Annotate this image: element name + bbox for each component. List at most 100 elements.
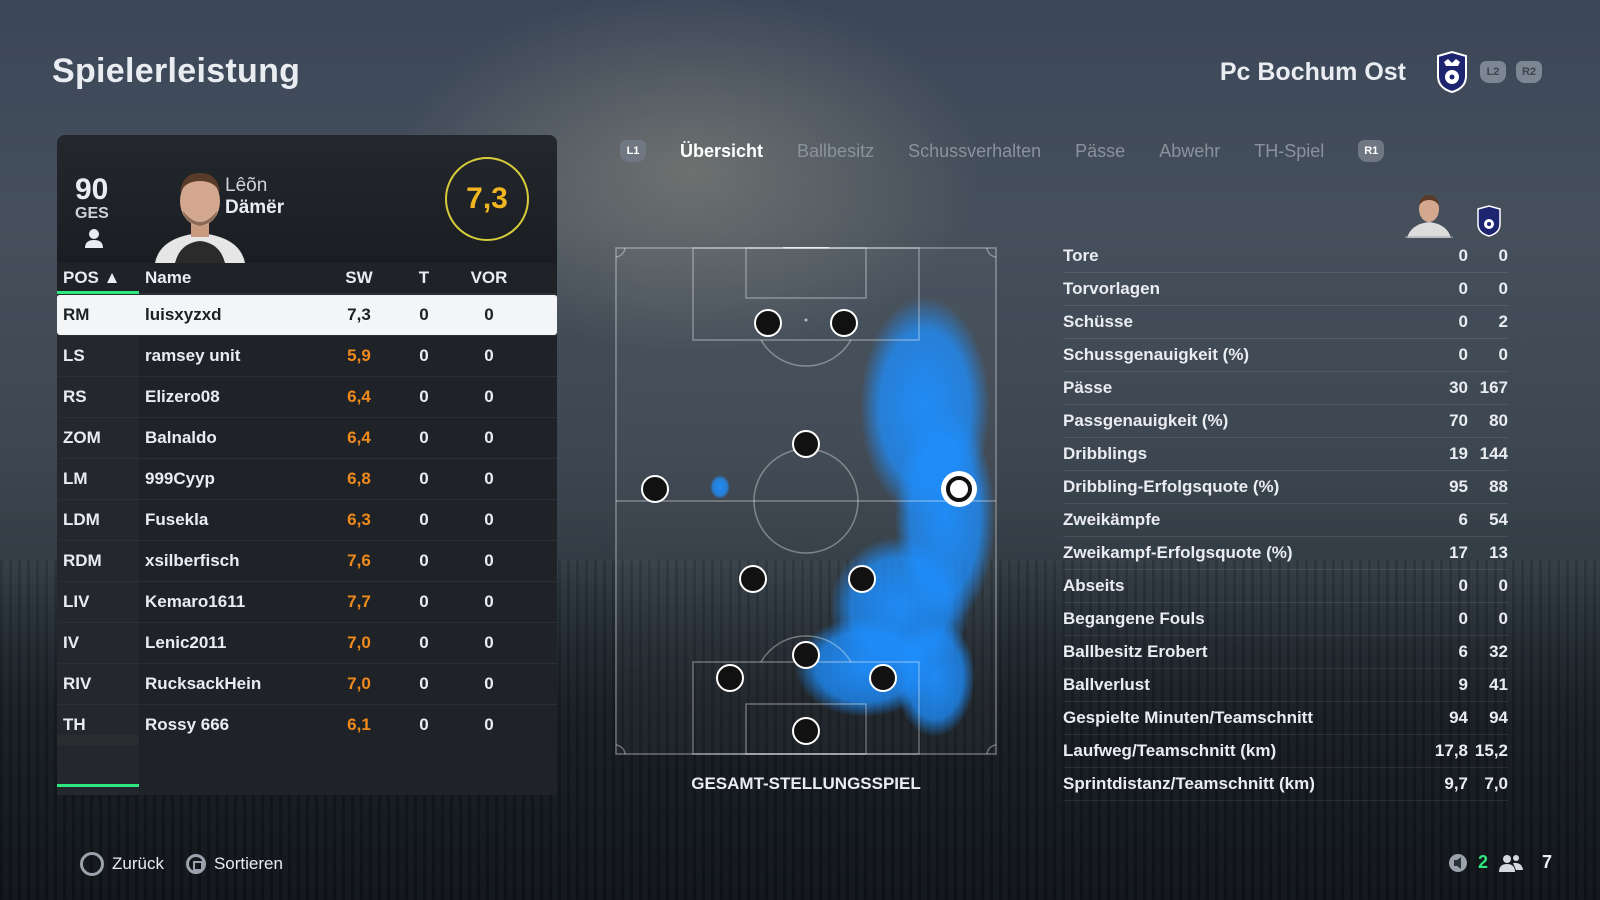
tab-defending[interactable]: Abwehr [1159, 141, 1220, 162]
player-rating: 6,1 [347, 715, 371, 734]
player-assists: 0 [484, 551, 494, 570]
match-rating-ring: 7,3 [445, 157, 529, 241]
table-row[interactable]: LIV Kemaro1611 7,7 0 0 [57, 581, 557, 622]
stat-player-value: 9 [1458, 675, 1468, 694]
stat-player-value: 19 [1449, 444, 1468, 463]
table-row[interactable]: LM 999Cyyp 6,8 0 0 [57, 458, 557, 499]
player-position: LS [57, 336, 139, 376]
position-marker-th [792, 717, 820, 745]
stat-player-value: 6 [1458, 642, 1468, 661]
table-row[interactable]: RIV RucksackHein 7,0 0 0 [57, 663, 557, 704]
back-button[interactable]: Zurück [80, 852, 164, 876]
square-button-icon [185, 854, 206, 874]
player-goals: 0 [419, 305, 429, 324]
tab-overview[interactable]: Übersicht [680, 141, 763, 162]
table-row[interactable]: ZOM Balnaldo 6,4 0 0 [57, 417, 557, 458]
r1-button[interactable]: R1 [1358, 140, 1385, 162]
stat-team-value: 13 [1489, 543, 1508, 562]
stat-row: Schüsse 0 2 [1063, 306, 1508, 339]
player-name: luisxyzxd [145, 305, 222, 324]
header-sw[interactable]: SW [329, 268, 389, 288]
stat-team-value: 0 [1498, 609, 1508, 628]
player-goals: 0 [419, 715, 429, 734]
table-row[interactable]: LDM Fusekla 6,3 0 0 [57, 499, 557, 540]
player-assists: 0 [484, 715, 494, 734]
stat-team-value: 2 [1498, 312, 1508, 331]
table-row[interactable]: RM luisxyzxd 7,3 0 0 [57, 294, 557, 335]
stat-row: Pässe 30 167 [1063, 372, 1508, 405]
club-crest-icon [1437, 50, 1467, 94]
pitch-svg [615, 245, 997, 755]
player-name: xsilberfisch [145, 551, 240, 570]
stat-label: Passgenauigkeit (%) [1063, 411, 1229, 430]
player-list: RM luisxyzxd 7,3 0 0 LS ramsey unit 5,9 0 0 RS Eliz… [57, 294, 557, 745]
header-name[interactable]: Name [139, 268, 329, 288]
header-pos[interactable]: POS ▲ [57, 268, 139, 288]
player-position: LIV [57, 582, 139, 622]
club-name: Pc Bochum Ost [1219, 57, 1406, 86]
status-indicators: 2 7 [1448, 852, 1552, 873]
team-crest-icon [1477, 205, 1501, 237]
person-icon [85, 229, 103, 248]
position-marker-ls [754, 309, 782, 337]
position-marker-riv [869, 664, 897, 692]
stat-team-value: 54 [1489, 510, 1508, 529]
tab-passing[interactable]: Pässe [1075, 141, 1125, 162]
stat-row: Ballbesitz Erobert 6 32 [1063, 636, 1508, 669]
stat-team-value: 32 [1489, 642, 1508, 661]
player-name: Fusekla [145, 510, 209, 529]
stat-team-value: 80 [1489, 411, 1508, 430]
stat-label: Ballverlust [1063, 675, 1150, 694]
stat-player-value: 70 [1449, 411, 1468, 430]
tab-possession[interactable]: Ballbesitz [797, 141, 874, 162]
stat-player-value: 17,8 [1434, 741, 1468, 760]
stat-label: Dribblings [1063, 444, 1148, 463]
stat-player-value: 0 [1458, 345, 1468, 364]
footer-controls: Zurück Sortieren [80, 852, 283, 876]
voice-count: 2 [1477, 852, 1488, 872]
stat-player-value: 6 [1458, 510, 1468, 529]
tab-shooting[interactable]: Schussverhalten [908, 141, 1041, 162]
player-name: ramsey unit [145, 346, 241, 365]
r2-button[interactable]: R2 [1516, 61, 1542, 83]
player-goals: 0 [419, 674, 429, 693]
stat-row: Sprintdistanz/Teamschnitt (km) 9,7 7,0 [1063, 768, 1508, 801]
stat-player-value: 0 [1458, 576, 1468, 595]
player-assists: 0 [484, 428, 494, 447]
l2-button[interactable]: L2 [1480, 61, 1506, 83]
player-name: Rossy 666 [145, 715, 230, 734]
stat-player-value: 0 [1458, 312, 1468, 331]
player-avatar-icon [1405, 195, 1453, 238]
table-row[interactable]: RDM xsilberfisch 7,6 0 0 [57, 540, 557, 581]
tab-goalkeeping[interactable]: TH-Spiel [1254, 141, 1324, 162]
pos-column-footer-line [57, 784, 139, 787]
stat-row: Passgenauigkeit (%) 70 80 [1063, 405, 1508, 438]
position-marker-iv [792, 641, 820, 669]
pitch-caption: GESAMT-STELLUNGSSPIEL [691, 774, 921, 793]
stat-label: Torvorlagen [1063, 279, 1160, 298]
player-position: RIV [57, 664, 139, 704]
stat-player-value: 0 [1458, 609, 1468, 628]
player-position: LDM [57, 500, 139, 540]
player-name: Lenic2011 [145, 633, 227, 652]
voice-chat-icon [1448, 853, 1467, 872]
player-card: 90 GES Lêõn Dämër 7,3 [57, 135, 557, 263]
player-position: RM [63, 305, 90, 324]
stat-team-value: 0 [1498, 246, 1508, 265]
player-assists: 0 [484, 510, 494, 529]
player-rating: 6,4 [347, 428, 371, 447]
stat-team-value: 7,0 [1484, 774, 1508, 793]
table-row[interactable]: IV Lenic2011 7,0 0 0 [57, 622, 557, 663]
stat-team-value: 15,2 [1474, 741, 1508, 760]
player-goals: 0 [419, 551, 429, 570]
player-name: 999Cyyp [145, 469, 215, 488]
header-vor[interactable]: VOR [459, 268, 519, 288]
table-row[interactable]: LS ramsey unit 5,9 0 0 [57, 335, 557, 376]
header-t[interactable]: T [389, 268, 459, 288]
stat-label: Zweikampf-Erfolgsquote (%) [1063, 543, 1293, 562]
position-marker-rs [830, 309, 858, 337]
l1-button[interactable]: L1 [620, 140, 646, 162]
table-row[interactable]: RS Elizero08 6,4 0 0 [57, 376, 557, 417]
sort-button[interactable]: Sortieren [185, 854, 283, 874]
player-assists: 0 [484, 633, 494, 652]
